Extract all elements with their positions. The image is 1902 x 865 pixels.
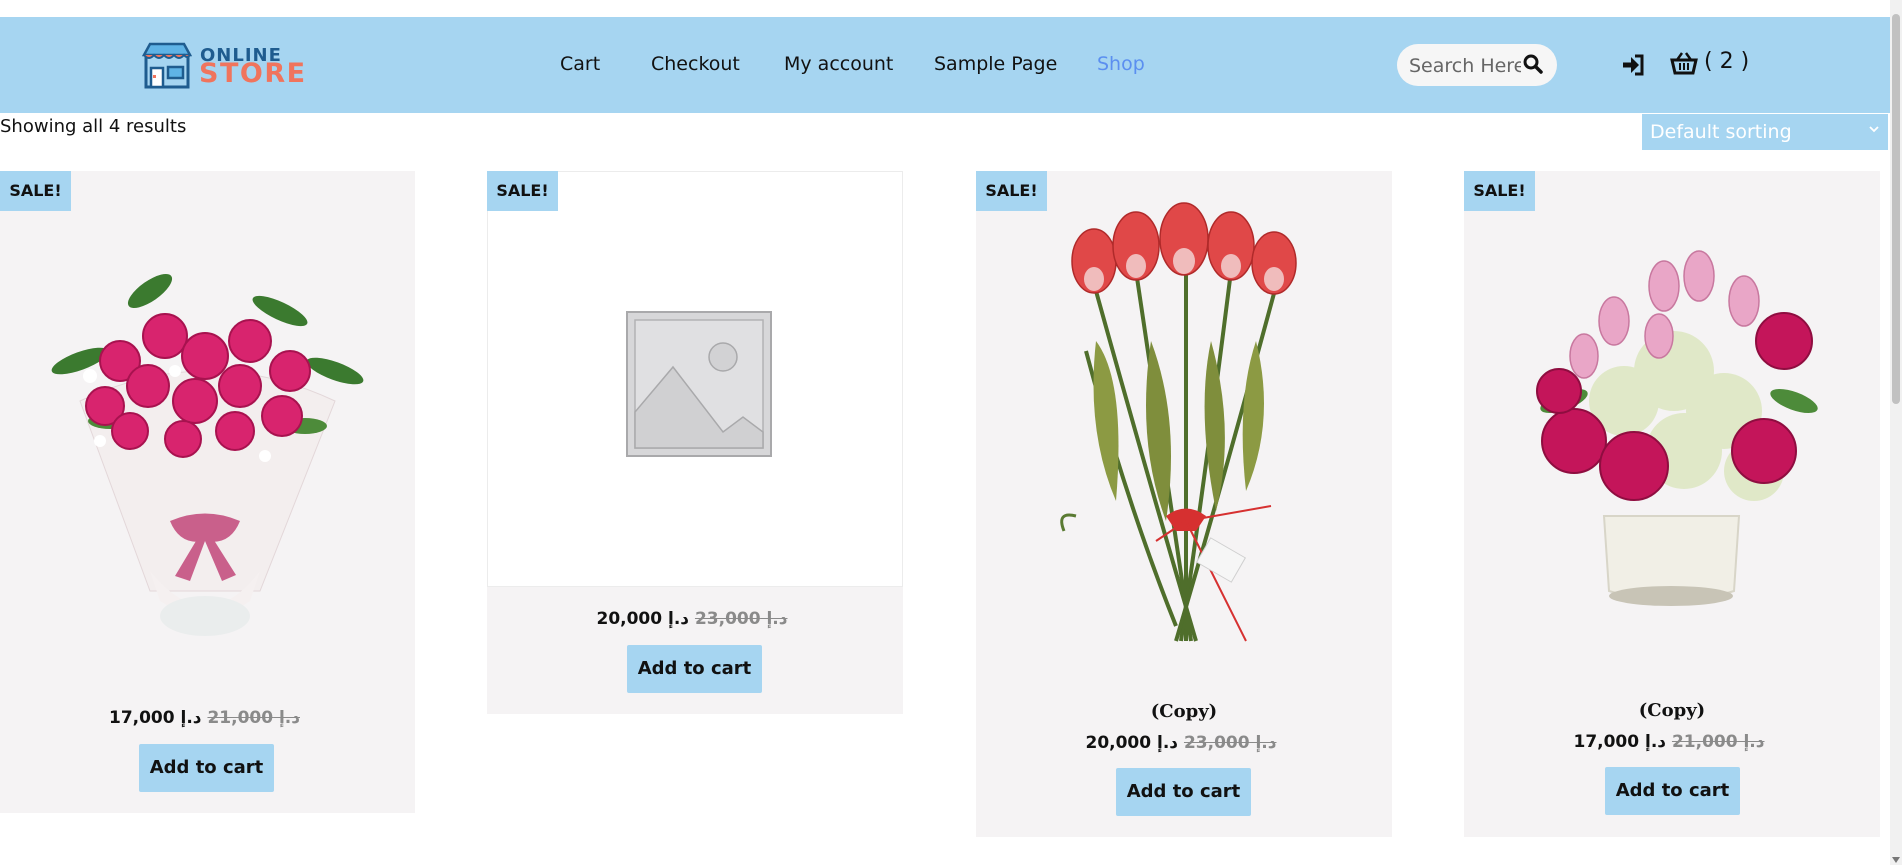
search-input[interactable] (1407, 53, 1523, 79)
old-price: د.إ 23,000 (1183, 733, 1277, 753)
add-to-cart-button[interactable]: Add to cart (1116, 768, 1251, 816)
page-scrollbar[interactable] (1890, 0, 1902, 865)
result-count: Showing all 4 results (0, 116, 187, 137)
product-image[interactable] (976, 171, 1392, 681)
add-to-cart-button[interactable]: Add to cart (1605, 767, 1740, 815)
sale-price: د.إ 20,000 (596, 609, 690, 629)
old-price: د.إ 21,000 (207, 708, 300, 728)
product-card: SALE! د.إ 21,000 د.إ 17,000 Add to cart (0, 171, 415, 813)
site-logo[interactable]: ONLINE STORE (142, 41, 307, 91)
product-price: د.إ 21,000 د.إ 17,000 (1464, 732, 1880, 752)
sale-price: د.إ 17,000 (108, 708, 202, 728)
search-icon[interactable] (1522, 53, 1546, 77)
search-box (1397, 44, 1557, 86)
sale-badge: SALE! (1464, 171, 1535, 211)
sign-in-icon[interactable] (1620, 53, 1646, 77)
nav-sample-page[interactable]: Sample Page (934, 53, 1057, 75)
red-tulip-bouquet-image (1060, 202, 1297, 642)
sale-badge: SALE! (487, 171, 558, 211)
pink-rose-bouquet-image (51, 273, 364, 636)
old-price: د.إ 21,000 (1671, 732, 1765, 752)
site-header: ONLINE STORE Cart Checkout My account Sa… (0, 17, 1890, 113)
sale-price: د.إ 20,000 (1085, 733, 1179, 753)
product-card: SALE! (Copy) د.إ 21,000 د.إ 17,000 Add t… (1464, 171, 1880, 837)
product-card: SALE! (Copy) د.إ 23,000 د.إ 20,000 Add t… (976, 171, 1392, 837)
nav-cart[interactable]: Cart (560, 53, 600, 75)
product-image[interactable] (487, 171, 903, 587)
placeholder-image-icon (626, 311, 772, 457)
product-image[interactable] (0, 171, 415, 681)
rose-hydrangea-vase-image (1536, 250, 1818, 606)
product-price: د.إ 23,000 د.إ 20,000 (976, 733, 1392, 753)
product-title[interactable]: (Copy) (976, 701, 1392, 722)
nav-my-account[interactable]: My account (784, 53, 893, 75)
sorting-select[interactable]: Default sorting (1642, 114, 1888, 150)
scroll-down-icon[interactable] (1892, 857, 1900, 863)
product-image[interactable] (1464, 171, 1880, 681)
chevron-down-icon (1869, 126, 1879, 133)
storefront-icon (142, 42, 192, 89)
nav-checkout[interactable]: Checkout (651, 53, 740, 75)
product-price: د.إ 23,000 د.إ 20,000 (487, 609, 903, 629)
basket-icon (1670, 52, 1698, 75)
scrollbar-thumb[interactable] (1892, 14, 1900, 404)
nav-shop[interactable]: Shop (1097, 53, 1145, 75)
product-price: د.إ 21,000 د.إ 17,000 (0, 708, 415, 728)
product-card: SALE! د.إ 23,000 د.إ 20,000 Add to cart (487, 171, 903, 714)
old-price: د.إ 23,000 (694, 609, 788, 629)
sale-price: د.إ 17,000 (1573, 732, 1667, 752)
cart-count: ( 2 ) (1704, 49, 1750, 74)
sorting-selected: Default sorting (1650, 121, 1792, 143)
sale-badge: SALE! (0, 171, 71, 211)
top-strip (0, 0, 1890, 17)
add-to-cart-button[interactable]: Add to cart (139, 744, 274, 792)
product-title[interactable]: (Copy) (1464, 700, 1880, 721)
logo-store-text: STORE (199, 58, 307, 89)
sale-badge: SALE! (976, 171, 1047, 211)
add-to-cart-button[interactable]: Add to cart (627, 645, 762, 693)
